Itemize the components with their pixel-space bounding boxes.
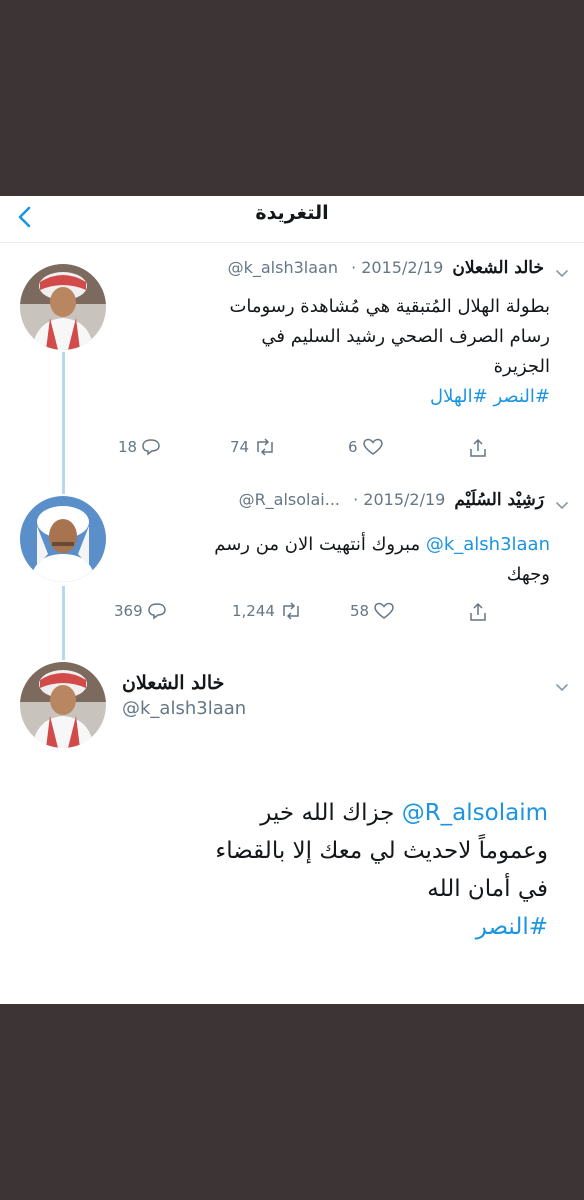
share-icon [470,438,486,457]
mention-link[interactable]: @R_alsolaim [402,800,548,826]
author-name[interactable]: خالد الشعلان [122,672,246,694]
author-handle[interactable]: @k_alsh3laan [122,698,246,719]
author-name[interactable]: رَشِيْد السُلَيْم [454,490,544,510]
tweet-line: في أمان الله [427,876,548,902]
focused-tweet-text: @R_alsolaim جزاك الله خير وعموماً لاحديث… [28,794,548,946]
retweet-icon [257,438,273,456]
tweet-line: بطولة الهلال المُتبقية هي مُشاهدة رسومات [229,296,550,317]
tweet-author-row: رَشِيْد السُلَيْم @R_alsolai... · 2015/2… [239,490,544,510]
tweet-line: رسام الصرف الصحي رشيد السليم في [261,326,550,347]
reply-action[interactable]: 369 [114,602,167,620]
tweet-author-row: خالد الشعلان @k_alsh3laan · 2015/2/19 [228,258,544,278]
avatar[interactable] [20,496,106,582]
reply-icon [147,603,166,620]
tweet-text: بطولة الهلال المُتبقية هي مُشاهدة رسومات… [110,292,550,412]
retweet-count: 74 [230,438,250,456]
chevron-down-icon[interactable] [554,268,570,280]
like-icon [374,602,394,619]
tweet-line: @k_alsh3laan مبروك أنتهيت الان من رسم [110,530,550,560]
author-handle[interactable]: @k_alsh3laan [228,258,338,277]
share-action[interactable] [468,438,488,458]
mention-link[interactable]: @k_alsh3laan [426,534,550,555]
avatar[interactable] [20,662,106,748]
retweet-icon [283,602,299,620]
like-icon [362,438,383,455]
reply-icon [142,439,160,456]
author-handle[interactable]: @R_alsolai... [239,490,340,509]
page-title: التغريدة [255,202,329,224]
tweet-line: @R_alsolaim جزاك الله خير [28,794,548,832]
tweet-text: @k_alsh3laan مبروك أنتهيت الان من رسم وج… [110,530,550,590]
tweet-date: · 2015/2/19 [351,258,444,277]
retweet-action[interactable]: 1,244 [232,602,303,620]
tweet-date: · 2015/2/19 [353,490,446,509]
avatar[interactable] [20,264,106,350]
hashtag-link[interactable]: #النصر [28,908,548,946]
share-action[interactable] [468,602,488,622]
reply-count: 18 [118,438,138,456]
tweet-actions: 18 74 6 [110,438,510,466]
chevron-down-icon[interactable] [554,500,570,512]
like-count: 58 [350,602,370,620]
reply-count: 369 [114,602,143,620]
header-bar: التغريدة [0,196,584,243]
reply-action[interactable]: 18 [118,438,161,456]
tweet-line-rest: جزاك الله خير [260,800,402,826]
thread-connector [62,352,65,494]
focused-author-block: خالد الشعلان @k_alsh3laan [122,672,246,719]
tweet-thread-panel: التغريدة خالد الشعلان @k_alsh3laan · 201… [0,196,584,1004]
hashtag-link[interactable]: #النصر #الهلال [110,382,550,412]
avatar-photo [20,496,106,582]
retweet-action[interactable]: 74 [230,438,277,456]
like-count: 6 [348,438,358,456]
retweet-count: 1,244 [232,602,275,620]
tweet-line: الجزيرة [493,356,550,377]
like-action[interactable]: 58 [350,602,395,620]
thread-connector [62,586,65,660]
chevron-down-icon[interactable] [554,682,570,694]
avatar-photo [20,662,106,748]
tweet-line: وعموماً لاحديث لي معك إلا بالقضاء [215,838,548,864]
like-action[interactable]: 6 [348,438,384,456]
tweet-line-rest: مبروك أنتهيت الان من رسم [214,534,426,555]
tweet-line: وجهك [506,564,550,585]
avatar-photo [20,264,106,350]
share-icon [470,602,486,621]
tweet-actions: 369 1,244 58 [110,602,510,630]
author-name[interactable]: خالد الشعلان [452,258,544,278]
